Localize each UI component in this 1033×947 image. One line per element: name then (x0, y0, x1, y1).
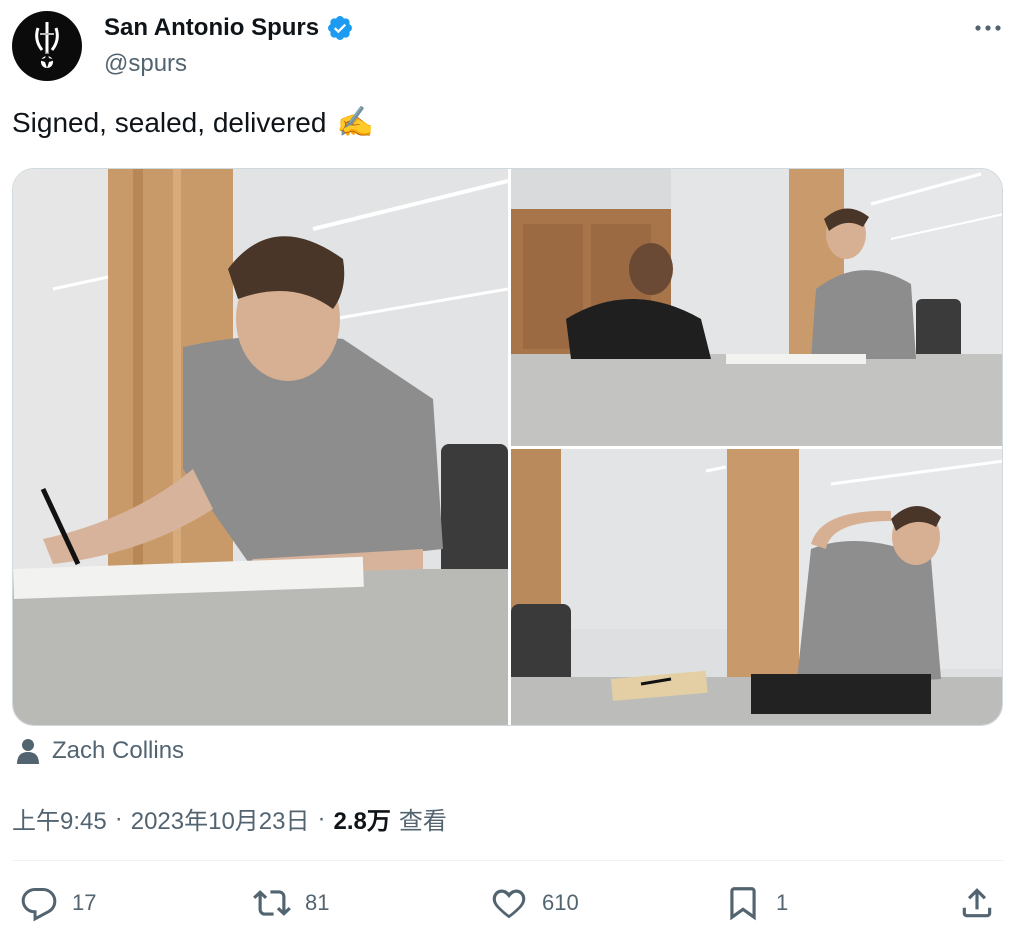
share-icon (962, 888, 992, 918)
reply-count: 17 (72, 890, 97, 915)
photo-signing-with-official[interactable] (511, 169, 1002, 446)
author-avatar[interactable] (12, 11, 82, 81)
meta-separator: · (317, 804, 326, 832)
verified-badge-icon[interactable] (326, 14, 354, 42)
retweet-button[interactable]: 81 (253, 884, 329, 922)
tweet-date-link[interactable]: 2023年10月23日 (131, 801, 310, 836)
photo-signing-closeup[interactable] (13, 169, 508, 725)
heart-icon (492, 889, 526, 919)
tagged-user[interactable]: Zach Collins (16, 737, 184, 765)
reply-button[interactable]: 17 (20, 884, 96, 922)
author-handle[interactable]: @spurs (104, 50, 187, 78)
writing-hand-emoji-icon: ✍️ (336, 106, 374, 139)
media-grid (12, 168, 1003, 726)
views-label: 查看 (398, 808, 447, 835)
bookmark-icon (730, 887, 756, 921)
author-display-name[interactable]: San Antonio Spurs (104, 14, 319, 42)
retweet-icon (253, 890, 291, 916)
spurs-logo-icon (35, 22, 59, 68)
like-count: 610 (542, 890, 579, 915)
tweet-meta: 上午9:45 · 2023年10月23日 · 2.8万 查看 (12, 801, 447, 836)
person-icon (17, 739, 39, 764)
bookmark-button[interactable]: 1 (724, 884, 788, 922)
divider (12, 860, 1003, 861)
like-button[interactable]: 610 (490, 884, 579, 922)
share-button[interactable] (958, 884, 996, 922)
meta-separator: · (114, 804, 123, 832)
tweet-time-link[interactable]: 上午9:45 (12, 801, 107, 836)
photo-celebrating[interactable] (511, 449, 1002, 725)
reply-icon (21, 888, 57, 922)
tweet-text: Signed, sealed, delivered ✍️ (12, 107, 374, 139)
bookmark-count: 1 (776, 890, 789, 915)
retweet-count: 81 (305, 890, 330, 915)
views-count: 2.8万 (333, 808, 391, 835)
tagged-user-name: Zach Collins (52, 737, 185, 764)
more-options-icon[interactable] (970, 16, 1006, 40)
tweet-text-content: Signed, sealed, delivered (12, 107, 327, 138)
